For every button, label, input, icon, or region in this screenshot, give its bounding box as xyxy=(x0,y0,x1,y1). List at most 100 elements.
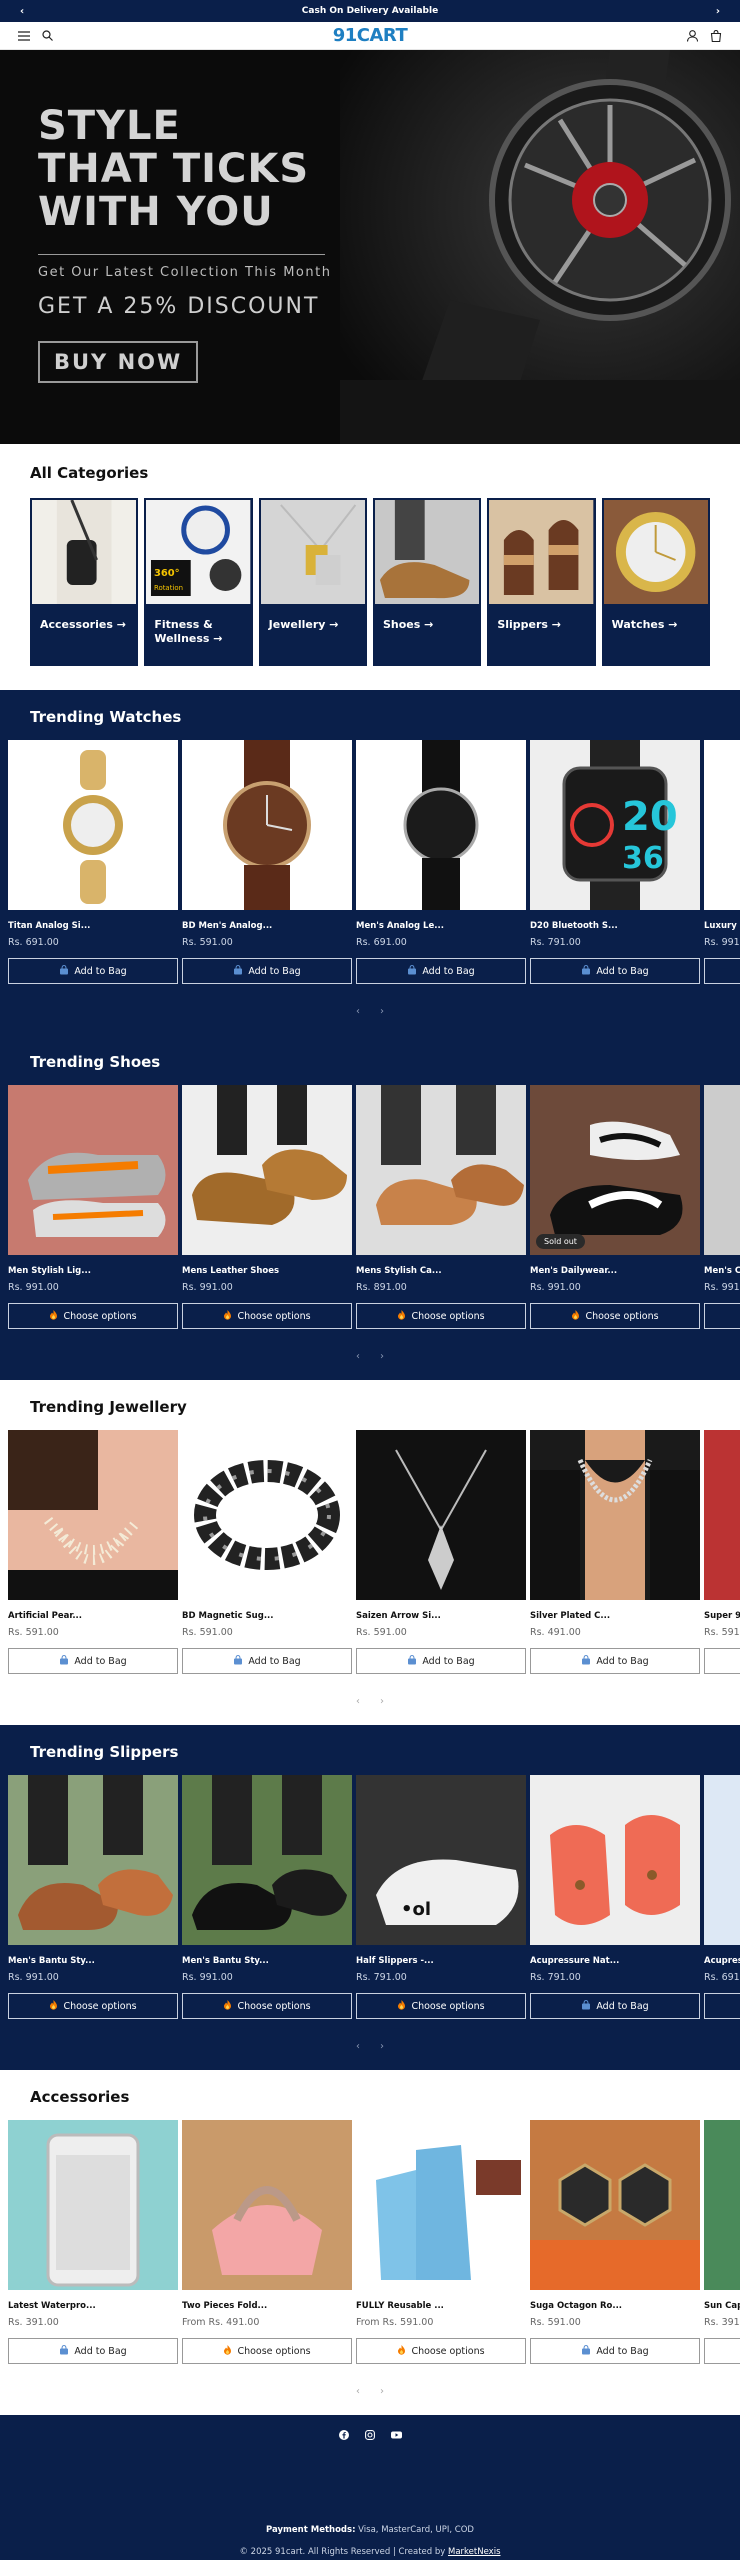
product-image[interactable] xyxy=(182,740,352,910)
product-card[interactable]: Mens Leather Shoes Rs. 991.00 Choose opt… xyxy=(182,1085,352,1329)
product-action-button[interactable] xyxy=(704,958,740,984)
product-action-button[interactable]: Add to Bag xyxy=(8,958,178,984)
product-image[interactable] xyxy=(704,2120,740,2290)
product-image[interactable] xyxy=(356,1430,526,1600)
product-card[interactable]: Titan Analog Si... Rs. 691.00 Add to Bag xyxy=(8,740,178,984)
product-image[interactable] xyxy=(530,2120,700,2290)
carousel-prev-button[interactable]: ‹ xyxy=(356,1351,360,1362)
product-card[interactable]: Artificial Pear... Rs. 591.00 Add to Bag xyxy=(8,1430,178,1674)
product-image[interactable] xyxy=(356,2120,526,2290)
product-name[interactable]: Suga Octagon Ro... xyxy=(530,2301,700,2313)
youtube-icon[interactable] xyxy=(391,2425,402,2439)
product-card[interactable]: 20 36 D20 Bluetooth S... Rs. 791.00 Add t… xyxy=(530,740,700,984)
product-action-button[interactable] xyxy=(704,1303,740,1329)
product-image[interactable] xyxy=(8,1085,178,1255)
carousel-prev-button[interactable]: ‹ xyxy=(356,1006,360,1017)
creator-link[interactable]: MarketNexis xyxy=(448,2547,500,2557)
carousel-prev-button[interactable]: ‹ xyxy=(356,1696,360,1707)
product-card[interactable]: Super 9 ( Rs. 591. xyxy=(704,1430,740,1674)
product-action-button[interactable]: Choose options xyxy=(356,1303,526,1329)
product-name[interactable]: D20 Bluetooth S... xyxy=(530,921,700,933)
product-image[interactable] xyxy=(704,1430,740,1600)
product-image[interactable] xyxy=(182,1085,352,1255)
product-action-button[interactable]: Add to Bag xyxy=(530,958,700,984)
product-image[interactable] xyxy=(182,1430,352,1600)
carousel-prev-button[interactable]: ‹ xyxy=(356,2386,360,2397)
product-image[interactable] xyxy=(704,1085,740,1255)
product-card[interactable]: FULLY Reusable ... From Rs. 591.00 Choos… xyxy=(356,2120,526,2364)
product-image[interactable] xyxy=(704,740,740,910)
product-action-button[interactable]: Choose options xyxy=(182,1303,352,1329)
announcement-next-arrow[interactable]: › xyxy=(716,6,720,17)
product-name[interactable]: Half Slippers -... xyxy=(356,1956,526,1968)
product-card[interactable]: •ol Half Slippers -... Rs. 791.00 Choose… xyxy=(356,1775,526,2019)
product-action-button[interactable]: Choose options xyxy=(8,1303,178,1329)
product-name[interactable]: BD Men's Analog... xyxy=(182,921,352,933)
category-card[interactable]: Slippers → xyxy=(487,498,596,666)
menu-icon[interactable] xyxy=(18,30,30,41)
product-image[interactable] xyxy=(8,2120,178,2290)
product-action-button[interactable] xyxy=(704,1993,740,2019)
product-card[interactable]: Two Pieces Fold... From Rs. 491.00 Choos… xyxy=(182,2120,352,2364)
product-name[interactable]: Super 9 ( xyxy=(704,1611,740,1623)
carousel-next-button[interactable]: › xyxy=(380,1696,384,1707)
product-name[interactable]: Men's Analog Le... xyxy=(356,921,526,933)
carousel-next-button[interactable]: › xyxy=(380,1006,384,1017)
product-card[interactable]: Men's Bantu Sty... Rs. 991.00 Choose opt… xyxy=(8,1775,178,2019)
product-image[interactable] xyxy=(182,1775,352,1945)
product-image[interactable] xyxy=(8,740,178,910)
product-action-button[interactable]: Add to Bag xyxy=(182,1648,352,1674)
product-image[interactable] xyxy=(704,1775,740,1945)
product-name[interactable]: Men's Bantu Sty... xyxy=(182,1956,352,1968)
product-name[interactable]: Luxury S xyxy=(704,921,740,933)
product-image[interactable] xyxy=(530,1775,700,1945)
product-name[interactable]: Men's Co xyxy=(704,1266,740,1278)
facebook-icon[interactable] xyxy=(339,2425,349,2440)
search-icon[interactable] xyxy=(42,30,53,41)
product-name[interactable]: Men Stylish Lig... xyxy=(8,1266,178,1278)
product-card[interactable]: Men Stylish Lig... Rs. 991.00 Choose opt… xyxy=(8,1085,178,1329)
product-image[interactable]: •ol xyxy=(356,1775,526,1945)
product-card[interactable]: BD Men's Analog... Rs. 591.00 Add to Bag xyxy=(182,740,352,984)
product-action-button[interactable]: Add to Bag xyxy=(530,1993,700,2019)
product-card[interactable]: Men's Analog Le... Rs. 691.00 Add to Bag xyxy=(356,740,526,984)
category-card[interactable]: Accessories → xyxy=(30,498,139,666)
product-name[interactable]: Latest Waterpro... xyxy=(8,2301,178,2313)
product-name[interactable]: Saizen Arrow Si... xyxy=(356,1611,526,1623)
product-action-button[interactable] xyxy=(704,1648,740,1674)
product-name[interactable]: Silver Plated C... xyxy=(530,1611,700,1623)
product-card[interactable]: Silver Plated C... Rs. 491.00 Add to Bag xyxy=(530,1430,700,1674)
product-name[interactable]: Titan Analog Si... xyxy=(8,921,178,933)
product-action-button[interactable]: Choose options xyxy=(182,1993,352,2019)
product-image[interactable] xyxy=(530,1430,700,1600)
product-name[interactable]: Artificial Pear... xyxy=(8,1611,178,1623)
product-card[interactable]: Sun Cap Rs. 391. xyxy=(704,2120,740,2364)
product-name[interactable]: Mens Leather Shoes xyxy=(182,1266,352,1278)
product-card[interactable]: Sold out Men's Dailywear... Rs. 991.00 C… xyxy=(530,1085,700,1329)
product-action-button[interactable]: Add to Bag xyxy=(530,2338,700,2364)
product-card[interactable]: Luxury S Rs. 991 xyxy=(704,740,740,984)
product-card[interactable]: BD Magnetic Sug... Rs. 591.00 Add to Bag xyxy=(182,1430,352,1674)
product-card[interactable]: Mens Stylish Ca... Rs. 891.00 Choose opt… xyxy=(356,1085,526,1329)
category-card[interactable]: Shoes → xyxy=(372,498,482,666)
product-image[interactable] xyxy=(8,1775,178,1945)
hero-banner[interactable]: STYLE THAT TICKS WITH YOU Get Our Latest… xyxy=(0,50,740,444)
product-action-button[interactable]: Add to Bag xyxy=(8,2338,178,2364)
product-name[interactable]: Mens Stylish Ca... xyxy=(356,1266,526,1278)
product-name[interactable]: Acupress xyxy=(704,1956,740,1968)
instagram-icon[interactable] xyxy=(365,2425,375,2440)
product-image[interactable] xyxy=(356,1085,526,1255)
product-image[interactable]: 20 36 xyxy=(530,740,700,910)
product-name[interactable]: Two Pieces Fold... xyxy=(182,2301,352,2313)
product-action-button[interactable] xyxy=(704,2338,740,2364)
carousel-next-button[interactable]: › xyxy=(380,2041,384,2052)
product-action-button[interactable]: Choose options xyxy=(530,1303,700,1329)
product-action-button[interactable]: Choose options xyxy=(356,2338,526,2364)
product-card[interactable]: Acupress Rs. 691. xyxy=(704,1775,740,2019)
announcement-prev-arrow[interactable]: ‹ xyxy=(20,6,24,17)
product-action-button[interactable]: Add to Bag xyxy=(8,1648,178,1674)
product-action-button[interactable]: Add to Bag xyxy=(182,958,352,984)
buy-now-button[interactable]: BUY NOW xyxy=(38,341,199,383)
site-logo[interactable]: 91CART xyxy=(333,25,408,46)
product-image[interactable] xyxy=(8,1430,178,1600)
